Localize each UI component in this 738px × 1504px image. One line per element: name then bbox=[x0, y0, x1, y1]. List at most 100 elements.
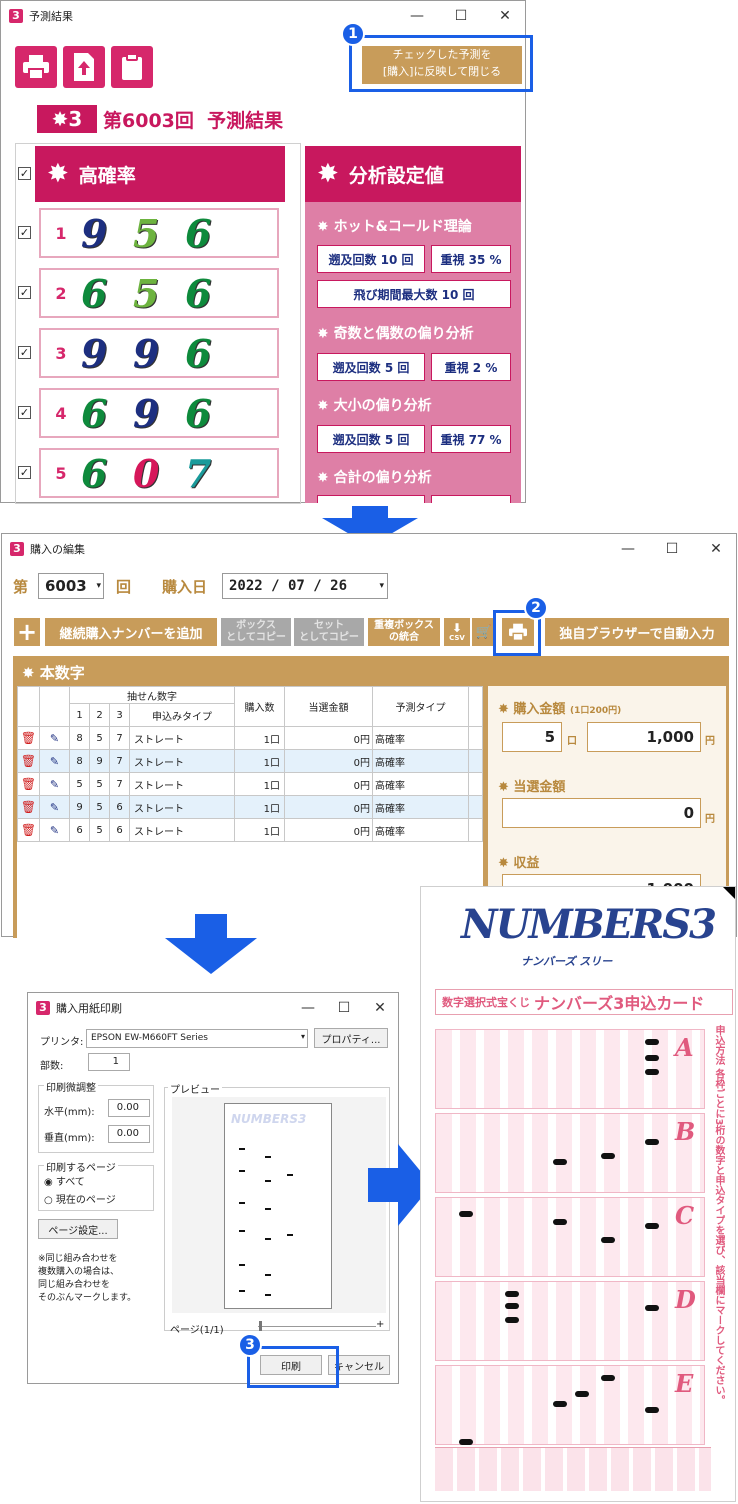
row-digit: 8 bbox=[69, 749, 90, 773]
date-value: 2022 / 07 / 26 bbox=[229, 578, 348, 594]
edit-icon[interactable]: ✎ bbox=[39, 818, 70, 842]
round-select[interactable]: 6003 ▾ bbox=[38, 573, 104, 599]
properties-button[interactable]: プロパティ... bbox=[314, 1028, 388, 1048]
close-button[interactable]: ✕ bbox=[362, 993, 398, 1023]
prediction-row: 1956 bbox=[39, 208, 279, 258]
sheet-mark bbox=[601, 1153, 615, 1159]
prediction-digit: 5 bbox=[133, 270, 160, 316]
delete-icon[interactable]: 🗑 bbox=[17, 818, 40, 842]
merge-box-button[interactable]: 重複ボックス の統合 bbox=[368, 618, 440, 646]
col-pred: 予測タイプ bbox=[372, 686, 469, 727]
delete-icon[interactable]: 🗑 bbox=[17, 726, 40, 750]
zoom-slider-thumb[interactable] bbox=[259, 1321, 262, 1331]
sheet-side-text: 申込方法 各枠ごとに3桁の数字と申込タイプを選び、該当欄にマークしてください。 bbox=[713, 1025, 724, 1406]
clipboard-button[interactable] bbox=[111, 46, 153, 88]
maximize-button[interactable]: ☐ bbox=[650, 534, 694, 564]
minimize-button[interactable]: — bbox=[395, 1, 439, 31]
printer-label: プリンタ: bbox=[40, 1037, 84, 1048]
vertical-field[interactable]: 0.00 bbox=[108, 1125, 150, 1143]
copies-field[interactable]: 1 bbox=[88, 1053, 130, 1071]
table-row[interactable]: 🗑 ✎ 8 9 7 ストレート 1口 0円 高確率 bbox=[17, 749, 483, 773]
prediction-header-label: 高確率 bbox=[78, 164, 136, 187]
col-win: 当選金額 bbox=[284, 686, 373, 727]
auto-input-button[interactable]: 独自ブラウザーで自動入力 bbox=[545, 618, 729, 646]
col-type: 申込みタイプ bbox=[129, 703, 235, 727]
row-digit: 7 bbox=[109, 772, 130, 796]
window-title: 予測結果 bbox=[29, 10, 73, 23]
print-button[interactable] bbox=[15, 46, 57, 88]
callout-badge-2: 2 bbox=[524, 596, 548, 620]
clipboard-icon bbox=[122, 53, 142, 80]
checkbox-all[interactable]: ✓ bbox=[18, 167, 31, 180]
row-spacer bbox=[468, 795, 483, 819]
analysis-header: ✸ 分析設定値 bbox=[305, 146, 521, 202]
set-copy-button[interactable]: セット としてコピー bbox=[294, 618, 364, 646]
preview-mark bbox=[265, 1238, 271, 1240]
zoom-in-icon[interactable]: + bbox=[376, 1319, 384, 1330]
close-button[interactable]: ✕ bbox=[483, 1, 527, 31]
row-qty: 1口 bbox=[234, 749, 285, 773]
csv-download-button[interactable]: ⬇ CSV bbox=[444, 618, 470, 646]
page-setup-button[interactable]: ページ設定... bbox=[38, 1219, 118, 1239]
row-type: ストレート bbox=[129, 726, 235, 750]
add-continuous-button[interactable]: 継続購入ナンバーを追加 bbox=[45, 618, 217, 646]
sum-title: ✸ 合計の偏り分析 bbox=[317, 470, 432, 486]
close-button[interactable]: ✕ bbox=[694, 534, 738, 564]
delete-icon[interactable]: 🗑 bbox=[17, 795, 40, 819]
horizontal-field[interactable]: 0.00 bbox=[108, 1099, 150, 1117]
hot-cold-title: ✸ ホット&コールド理論 bbox=[317, 219, 472, 235]
delete-icon[interactable]: 🗑 bbox=[17, 772, 40, 796]
printer-select[interactable]: EPSON EW-M660FT Series ▾ bbox=[86, 1029, 308, 1048]
row-qty: 1口 bbox=[234, 726, 285, 750]
page-title: 第6003回 予測結果 bbox=[103, 110, 284, 132]
duplicate-note: ※同じ組み合わせを 複数購入の場合は、 同じ組み合わせを そのぶんマークします。 bbox=[38, 1254, 137, 1303]
current-page-radio[interactable]: ○ 現在のページ bbox=[44, 1191, 116, 1206]
big-small-title: ✸ 大小の偏り分析 bbox=[317, 398, 432, 414]
edit-icon[interactable]: ✎ bbox=[39, 726, 70, 750]
prediction-checkbox[interactable]: ✓ bbox=[18, 226, 31, 239]
row-digit: 6 bbox=[69, 818, 90, 842]
sheet-block-letter: C bbox=[675, 1201, 695, 1230]
upload-file-icon bbox=[74, 53, 94, 81]
edit-icon[interactable]: ✎ bbox=[39, 772, 70, 796]
prediction-checkbox[interactable]: ✓ bbox=[18, 346, 31, 359]
box-copy-button[interactable]: ボックス としてコピー bbox=[221, 618, 291, 646]
date-picker[interactable]: 2022 / 07 / 26 ▾ bbox=[222, 573, 388, 599]
maximize-button[interactable]: ☐ bbox=[439, 1, 483, 31]
table-row[interactable]: 🗑 ✎ 8 5 7 ストレート 1口 0円 高確率 bbox=[17, 726, 483, 750]
preview-mark bbox=[265, 1274, 271, 1276]
zoom-slider[interactable] bbox=[258, 1326, 376, 1327]
preview-mark bbox=[287, 1234, 293, 1236]
add-icon-button[interactable]: + bbox=[14, 618, 40, 646]
prediction-digit: 6 bbox=[185, 270, 212, 316]
all-pages-radio[interactable]: ◉ すべて bbox=[44, 1173, 85, 1188]
row-win: 0円 bbox=[284, 749, 373, 773]
table-row[interactable]: 🗑 ✎ 6 5 6 ストレート 1口 0円 高確率 bbox=[17, 818, 483, 842]
minimize-button[interactable]: — bbox=[290, 993, 326, 1023]
hot-cold-max: 飛び期間最大数 10 回 bbox=[317, 280, 511, 308]
prediction-checkbox[interactable]: ✓ bbox=[18, 286, 31, 299]
table-row[interactable]: 🗑 ✎ 9 5 6 ストレート 1口 0円 高確率 bbox=[17, 795, 483, 819]
big-small-back: 遡及回数 5 回 bbox=[317, 425, 425, 453]
win-amount-field: 0 bbox=[502, 798, 701, 828]
prediction-checkbox[interactable]: ✓ bbox=[18, 466, 31, 479]
minimize-button[interactable]: — bbox=[606, 534, 650, 564]
row-qty: 1口 bbox=[234, 795, 285, 819]
edit-icon[interactable]: ✎ bbox=[39, 795, 70, 819]
row-digit: 6 bbox=[109, 795, 130, 819]
row-digit: 5 bbox=[89, 818, 110, 842]
row-type: ストレート bbox=[129, 795, 235, 819]
vertical-value: 0.00 bbox=[116, 1128, 139, 1139]
maximize-button[interactable]: ☐ bbox=[326, 993, 362, 1023]
row-spacer bbox=[468, 726, 483, 750]
prediction-checkbox[interactable]: ✓ bbox=[18, 406, 31, 419]
copies-label: 部数: bbox=[40, 1061, 64, 1072]
row-digit: 6 bbox=[109, 818, 130, 842]
sheet-block bbox=[435, 1281, 705, 1361]
preview-mark bbox=[265, 1208, 271, 1210]
preview-title: プレビュー bbox=[168, 1081, 222, 1096]
edit-icon[interactable]: ✎ bbox=[39, 749, 70, 773]
delete-icon[interactable]: 🗑 bbox=[17, 749, 40, 773]
export-button[interactable] bbox=[63, 46, 105, 88]
table-row[interactable]: 🗑 ✎ 5 5 7 ストレート 1口 0円 高確率 bbox=[17, 772, 483, 796]
